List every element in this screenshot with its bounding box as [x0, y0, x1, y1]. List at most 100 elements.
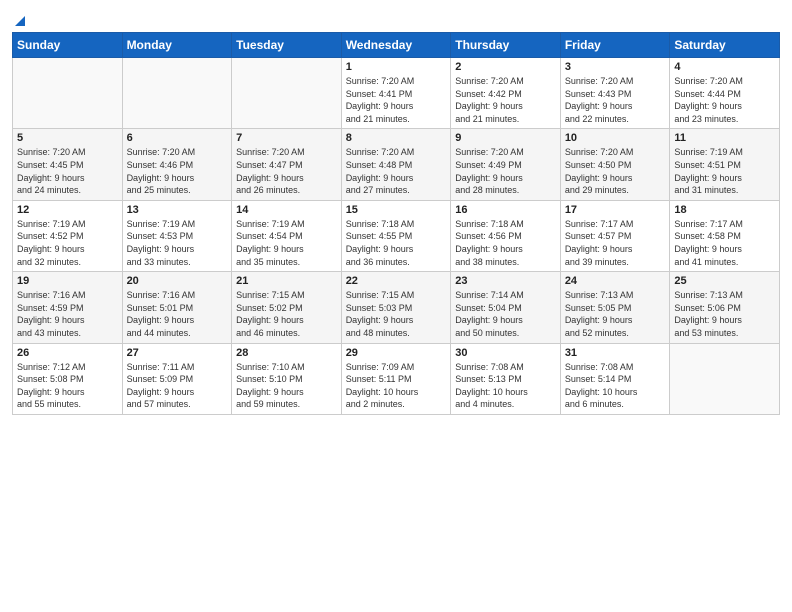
day-info: Sunrise: 7:16 AM Sunset: 4:59 PM Dayligh… — [17, 289, 118, 339]
day-number: 22 — [346, 275, 447, 287]
calendar-week-row: 12 Sunrise: 7:19 AM Sunset: 4:52 PM Dayli… — [13, 200, 780, 271]
calendar-cell — [122, 58, 232, 129]
day-number: 26 — [17, 347, 118, 359]
day-info: Sunrise: 7:19 AM Sunset: 4:54 PM Dayligh… — [236, 218, 337, 268]
calendar-cell: 11 Sunrise: 7:19 AM Sunset: 4:51 PM Dayli… — [670, 129, 780, 200]
day-number: 27 — [127, 347, 228, 359]
day-info: Sunrise: 7:11 AM Sunset: 5:09 PM Dayligh… — [127, 361, 228, 411]
calendar-cell: 2Sunrise: 7:20 AM Sunset: 4:42 PM Daylig… — [451, 58, 561, 129]
day-number: 7 — [236, 132, 337, 144]
day-number: 21 — [236, 275, 337, 287]
page: SundayMondayTuesdayWednesdayThursdayFrid… — [0, 0, 792, 612]
calendar-cell: 23 Sunrise: 7:14 AM Sunset: 5:04 PM Dayli… — [451, 272, 561, 343]
calendar-cell: 12 Sunrise: 7:19 AM Sunset: 4:52 PM Dayli… — [13, 200, 123, 271]
calendar-table: SundayMondayTuesdayWednesdayThursdayFrid… — [12, 32, 780, 415]
day-info: Sunrise: 7:20 AM Sunset: 4:50 PM Dayligh… — [565, 146, 666, 196]
day-info: Sunrise: 7:20 AM Sunset: 4:48 PM Dayligh… — [346, 146, 447, 196]
day-number: 14 — [236, 204, 337, 216]
day-number: 6 — [127, 132, 228, 144]
calendar-cell: 4 Sunrise: 7:20 AM Sunset: 4:44 PM Daylig… — [670, 58, 780, 129]
day-info: Sunrise: 7:14 AM Sunset: 5:04 PM Dayligh… — [455, 289, 556, 339]
calendar-cell: 19 Sunrise: 7:16 AM Sunset: 4:59 PM Dayli… — [13, 272, 123, 343]
day-info: Sunrise: 7:08 AM Sunset: 5:13 PM Dayligh… — [455, 361, 556, 411]
calendar-cell: 7 Sunrise: 7:20 AM Sunset: 4:47 PM Daylig… — [232, 129, 342, 200]
day-number: 9 — [455, 132, 556, 144]
day-info: Sunrise: 7:15 AM Sunset: 5:02 PM Dayligh… — [236, 289, 337, 339]
day-of-week-header: Thursday — [451, 33, 561, 58]
day-info: Sunrise: 7:09 AM Sunset: 5:11 PM Dayligh… — [346, 361, 447, 411]
logo-arrow-icon — [13, 14, 27, 28]
day-info: Sunrise: 7:19 AM Sunset: 4:52 PM Dayligh… — [17, 218, 118, 268]
day-info: Sunrise: 7:20 AM Sunset: 4:45 PM Dayligh… — [17, 146, 118, 196]
calendar-cell: 15Sunrise: 7:18 AM Sunset: 4:55 PM Dayli… — [341, 200, 451, 271]
day-info: Sunrise: 7:20 AM Sunset: 4:44 PM Dayligh… — [674, 75, 775, 125]
day-info: Sunrise: 7:16 AM Sunset: 5:01 PM Dayligh… — [127, 289, 228, 339]
calendar-header-row: SundayMondayTuesdayWednesdayThursdayFrid… — [13, 33, 780, 58]
day-number: 28 — [236, 347, 337, 359]
day-info: Sunrise: 7:13 AM Sunset: 5:06 PM Dayligh… — [674, 289, 775, 339]
calendar-cell: 24 Sunrise: 7:13 AM Sunset: 5:05 PM Dayli… — [560, 272, 670, 343]
calendar-cell: 14 Sunrise: 7:19 AM Sunset: 4:54 PM Dayli… — [232, 200, 342, 271]
calendar-week-row: 19 Sunrise: 7:16 AM Sunset: 4:59 PM Dayli… — [13, 272, 780, 343]
day-info: Sunrise: 7:20 AM Sunset: 4:42 PM Dayligh… — [455, 75, 556, 125]
day-of-week-header: Monday — [122, 33, 232, 58]
calendar-week-row: 1Sunrise: 7:20 AM Sunset: 4:41 PM Daylig… — [13, 58, 780, 129]
day-number: 30 — [455, 347, 556, 359]
day-number: 19 — [17, 275, 118, 287]
day-info: Sunrise: 7:17 AM Sunset: 4:58 PM Dayligh… — [674, 218, 775, 268]
day-of-week-header: Tuesday — [232, 33, 342, 58]
calendar-week-row: 5 Sunrise: 7:20 AM Sunset: 4:45 PM Daylig… — [13, 129, 780, 200]
day-number: 25 — [674, 275, 775, 287]
day-of-week-header: Friday — [560, 33, 670, 58]
day-number: 13 — [127, 204, 228, 216]
day-info: Sunrise: 7:20 AM Sunset: 4:47 PM Dayligh… — [236, 146, 337, 196]
calendar-cell — [232, 58, 342, 129]
calendar-cell: 13 Sunrise: 7:19 AM Sunset: 4:53 PM Dayli… — [122, 200, 232, 271]
day-info: Sunrise: 7:20 AM Sunset: 4:41 PM Dayligh… — [346, 75, 447, 125]
day-number: 8 — [346, 132, 447, 144]
day-of-week-header: Sunday — [13, 33, 123, 58]
calendar-cell: 1Sunrise: 7:20 AM Sunset: 4:41 PM Daylig… — [341, 58, 451, 129]
calendar-cell: 3 Sunrise: 7:20 AM Sunset: 4:43 PM Daylig… — [560, 58, 670, 129]
calendar-cell: 6Sunrise: 7:20 AM Sunset: 4:46 PM Daylig… — [122, 129, 232, 200]
calendar-cell: 8 Sunrise: 7:20 AM Sunset: 4:48 PM Daylig… — [341, 129, 451, 200]
day-number: 24 — [565, 275, 666, 287]
day-info: Sunrise: 7:19 AM Sunset: 4:53 PM Dayligh… — [127, 218, 228, 268]
day-info: Sunrise: 7:17 AM Sunset: 4:57 PM Dayligh… — [565, 218, 666, 268]
day-number: 23 — [455, 275, 556, 287]
day-info: Sunrise: 7:18 AM Sunset: 4:56 PM Dayligh… — [455, 218, 556, 268]
calendar-week-row: 26 Sunrise: 7:12 AM Sunset: 5:08 PM Dayli… — [13, 343, 780, 414]
calendar-cell: 27 Sunrise: 7:11 AM Sunset: 5:09 PM Dayli… — [122, 343, 232, 414]
day-number: 18 — [674, 204, 775, 216]
day-info: Sunrise: 7:12 AM Sunset: 5:08 PM Dayligh… — [17, 361, 118, 411]
calendar-cell — [670, 343, 780, 414]
logo — [12, 10, 27, 28]
calendar-cell: 29 Sunrise: 7:09 AM Sunset: 5:11 PM Dayli… — [341, 343, 451, 414]
day-number: 11 — [674, 132, 775, 144]
calendar-cell: 18 Sunrise: 7:17 AM Sunset: 4:58 PM Dayli… — [670, 200, 780, 271]
calendar-cell: 17 Sunrise: 7:17 AM Sunset: 4:57 PM Dayli… — [560, 200, 670, 271]
calendar-cell: 22Sunrise: 7:15 AM Sunset: 5:03 PM Dayli… — [341, 272, 451, 343]
day-number: 20 — [127, 275, 228, 287]
day-info: Sunrise: 7:20 AM Sunset: 4:49 PM Dayligh… — [455, 146, 556, 196]
day-number: 10 — [565, 132, 666, 144]
calendar-cell: 21 Sunrise: 7:15 AM Sunset: 5:02 PM Dayli… — [232, 272, 342, 343]
day-number: 17 — [565, 204, 666, 216]
day-of-week-header: Wednesday — [341, 33, 451, 58]
day-number: 5 — [17, 132, 118, 144]
day-info: Sunrise: 7:13 AM Sunset: 5:05 PM Dayligh… — [565, 289, 666, 339]
calendar-cell: 5 Sunrise: 7:20 AM Sunset: 4:45 PM Daylig… — [13, 129, 123, 200]
day-number: 29 — [346, 347, 447, 359]
day-info: Sunrise: 7:19 AM Sunset: 4:51 PM Dayligh… — [674, 146, 775, 196]
day-info: Sunrise: 7:08 AM Sunset: 5:14 PM Dayligh… — [565, 361, 666, 411]
day-number: 3 — [565, 61, 666, 73]
day-info: Sunrise: 7:20 AM Sunset: 4:43 PM Dayligh… — [565, 75, 666, 125]
day-info: Sunrise: 7:10 AM Sunset: 5:10 PM Dayligh… — [236, 361, 337, 411]
day-number: 16 — [455, 204, 556, 216]
day-number: 15 — [346, 204, 447, 216]
calendar-cell: 30 Sunrise: 7:08 AM Sunset: 5:13 PM Dayli… — [451, 343, 561, 414]
calendar-cell: 25 Sunrise: 7:13 AM Sunset: 5:06 PM Dayli… — [670, 272, 780, 343]
day-number: 12 — [17, 204, 118, 216]
day-number: 4 — [674, 61, 775, 73]
day-number: 31 — [565, 347, 666, 359]
